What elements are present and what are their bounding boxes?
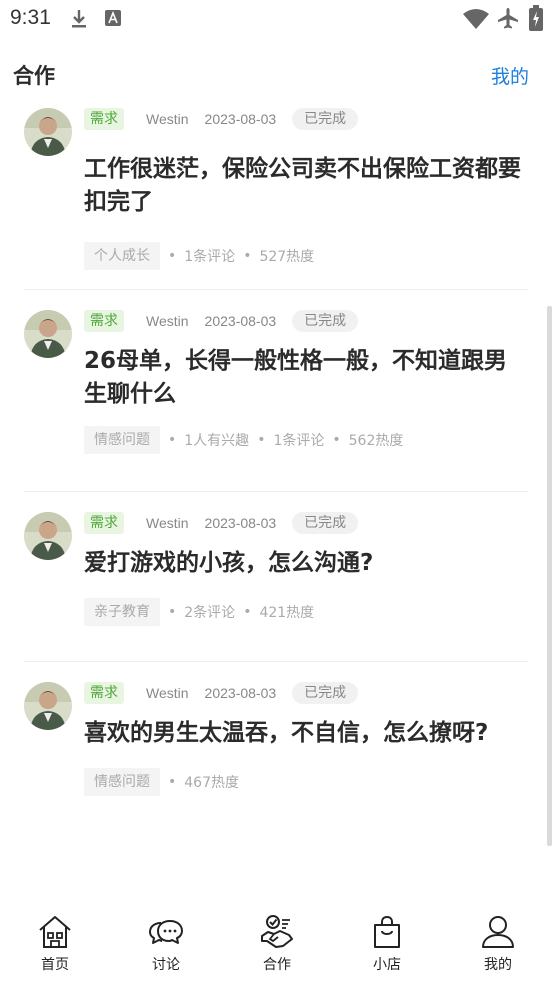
chat-bubbles-icon: [149, 920, 183, 944]
avatar[interactable]: [24, 512, 72, 560]
post-date: 2023-08-03: [204, 313, 277, 329]
tag-need: 需求: [84, 682, 124, 704]
avatar[interactable]: [24, 310, 72, 358]
nav-label: 我的: [484, 957, 512, 973]
comment-count: 2条评论: [184, 605, 236, 621]
handshake-icon: [261, 915, 293, 948]
nav-item-home[interactable]: 首页: [15, 914, 95, 974]
tag-need: 需求: [84, 512, 124, 534]
topic-tag[interactable]: 情感问题: [84, 426, 160, 454]
mine-link[interactable]: 我的: [491, 62, 529, 89]
nav-label: 首页: [41, 957, 69, 973]
interest-count: 1人有兴趣: [184, 433, 250, 449]
author-name[interactable]: Westin: [146, 515, 189, 531]
post-title[interactable]: 工作很迷茫，保险公司卖不出保险工资都要扣完了: [84, 153, 532, 219]
download-icon: [72, 10, 86, 28]
author-name[interactable]: Westin: [146, 685, 189, 701]
post-card[interactable]: 需求 Westin 2023-08-03 已完成 工作很迷茫，保险公司卖不出保险…: [0, 108, 553, 290]
topic-tag[interactable]: 情感问题: [84, 768, 160, 796]
nav-item-shop[interactable]: 小店: [347, 914, 427, 974]
author-name[interactable]: Westin: [146, 313, 189, 329]
separator-dot: •: [332, 432, 341, 448]
shopping-bag-icon: [374, 915, 400, 948]
header: 合作 我的: [0, 38, 553, 108]
separator-dot: •: [168, 248, 177, 264]
post-feed[interactable]: 需求 Westin 2023-08-03 已完成 工作很迷茫，保险公司卖不出保险…: [0, 108, 553, 900]
nav-label: 小店: [373, 957, 401, 973]
scrollbar[interactable]: [547, 306, 552, 846]
nav-label: 合作: [263, 957, 291, 973]
heat-count: 527热度: [259, 249, 315, 265]
separator-dot: •: [257, 432, 266, 448]
wifi-icon: [463, 9, 489, 29]
nav-label: 讨论: [152, 957, 180, 973]
avatar[interactable]: [24, 682, 72, 730]
post-date: 2023-08-03: [204, 515, 277, 531]
post-date: 2023-08-03: [204, 111, 277, 127]
status-badge: 已完成: [292, 310, 359, 332]
topic-tag[interactable]: 亲子教育: [84, 598, 160, 626]
keyboard-a-icon: [105, 10, 121, 26]
post-title[interactable]: 26母单，长得一般性格一般，不知道跟男生聊什么: [84, 345, 516, 411]
avatar[interactable]: [24, 108, 72, 156]
battery-charging-icon: [529, 5, 543, 31]
separator-dot: •: [168, 432, 177, 448]
nav-item-discussion[interactable]: 讨论: [126, 914, 206, 974]
bottom-nav: 首页 讨论 合作 小店 我的: [0, 900, 553, 984]
status-badge: 已完成: [292, 512, 359, 534]
tag-need: 需求: [84, 108, 124, 130]
post-card[interactable]: 需求 Westin 2023-08-03 已完成 26母单，长得一般性格一般，不…: [0, 290, 553, 492]
nav-item-cooperation[interactable]: 合作: [237, 914, 317, 974]
user-icon: [482, 916, 514, 948]
comment-count: 1条评论: [184, 249, 236, 265]
separator-dot: •: [243, 248, 252, 264]
status-badge: 已完成: [292, 682, 359, 704]
post-title[interactable]: 爱打游戏的小孩，怎么沟通?: [84, 547, 532, 580]
post-title[interactable]: 喜欢的男生太温吞，不自信，怎么撩呀?: [84, 717, 532, 750]
heat-count: 421热度: [259, 605, 315, 621]
airplane-icon: [498, 8, 518, 29]
status-time: 9:31: [10, 6, 51, 29]
author-name[interactable]: Westin: [146, 111, 189, 127]
status-badge: 已完成: [292, 108, 359, 130]
separator-dot: •: [243, 604, 252, 620]
comment-count: 1条评论: [273, 433, 325, 449]
status-bar: 9:31: [0, 0, 553, 38]
separator-dot: •: [168, 604, 177, 620]
post-card[interactable]: 需求 Westin 2023-08-03 已完成 喜欢的男生太温吞，不自信，怎么…: [0, 662, 553, 832]
heat-count: 467热度: [184, 775, 239, 791]
home-icon: [39, 916, 71, 948]
post-date: 2023-08-03: [204, 685, 277, 701]
separator-dot: •: [168, 774, 177, 790]
post-card[interactable]: 需求 Westin 2023-08-03 已完成 爱打游戏的小孩，怎么沟通? 亲…: [0, 492, 553, 662]
nav-item-mine[interactable]: 我的: [458, 914, 538, 974]
page-title: 合作: [13, 64, 55, 88]
topic-tag[interactable]: 个人成长: [84, 242, 160, 270]
tag-need: 需求: [84, 310, 124, 332]
heat-count: 562热度: [348, 433, 404, 449]
